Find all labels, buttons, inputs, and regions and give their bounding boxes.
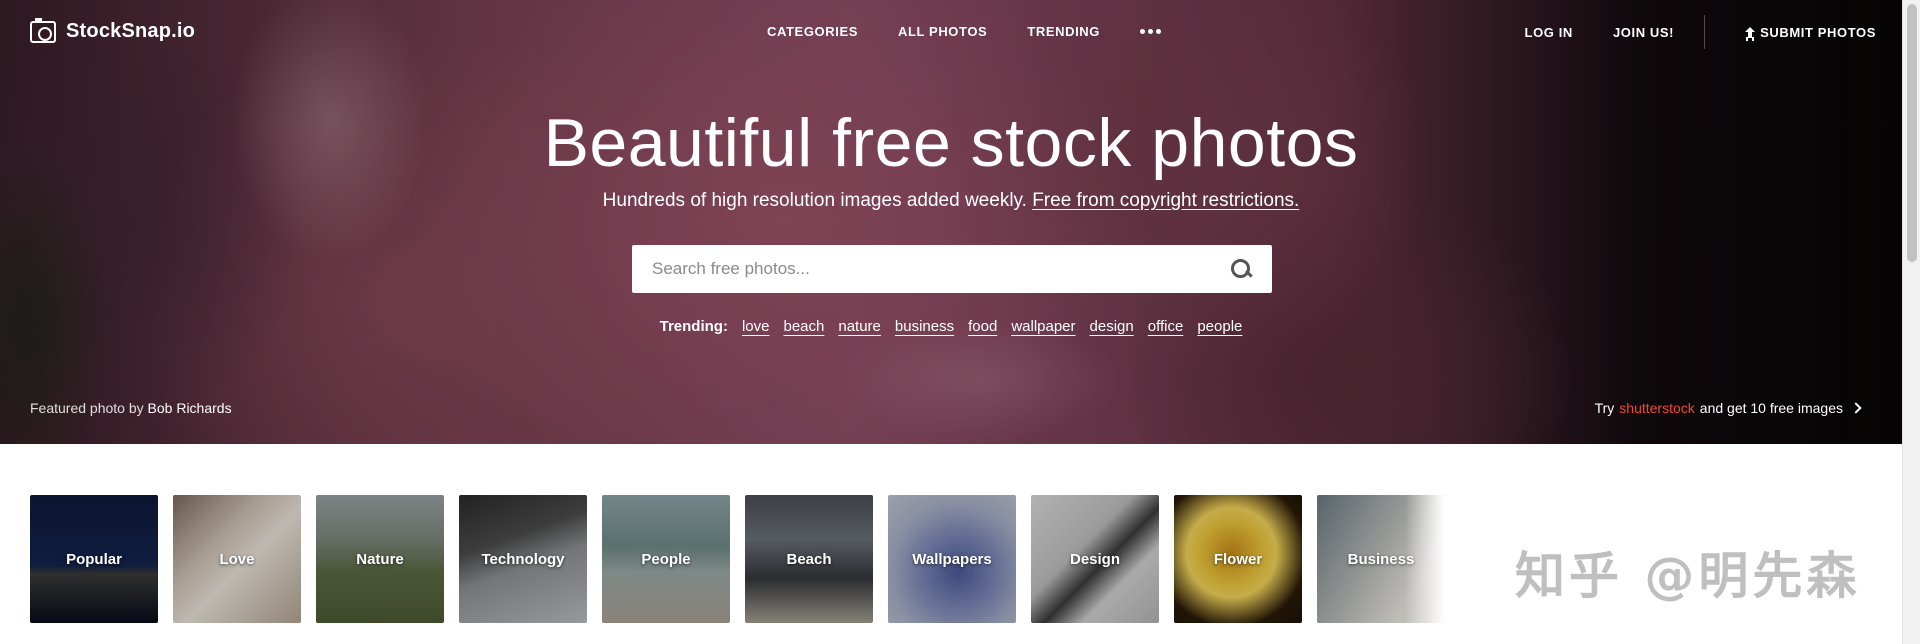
hero-subtitle-text: Hundreds of high resolution images added… bbox=[602, 190, 1027, 211]
category-label: Design bbox=[1069, 550, 1120, 568]
category-popular[interactable]: Popular bbox=[30, 495, 158, 623]
category-label: Beach bbox=[786, 550, 832, 568]
chevron-right-icon bbox=[1850, 402, 1862, 414]
search-input[interactable] bbox=[652, 259, 1230, 279]
hero-subtitle: Hundreds of high resolution images added… bbox=[0, 190, 1902, 212]
promo-brand: shutterstock bbox=[1619, 400, 1695, 416]
trending-tag-food[interactable]: food bbox=[968, 318, 997, 335]
search-bar bbox=[632, 245, 1272, 293]
category-label: Technology bbox=[481, 550, 565, 568]
nav-all-photos[interactable]: ALL PHOTOS bbox=[898, 24, 987, 39]
category-beach[interactable]: Beach bbox=[745, 495, 873, 623]
trending-tag-business[interactable]: business bbox=[895, 318, 954, 335]
credit-author-link[interactable]: Bob Richards bbox=[148, 400, 232, 416]
logo-text: StockSnap.io bbox=[66, 20, 196, 42]
trending-tag-love[interactable]: love bbox=[742, 318, 770, 335]
category-technology[interactable]: Technology bbox=[459, 495, 587, 623]
upload-icon bbox=[1745, 26, 1756, 38]
scrollbar-thumb[interactable] bbox=[1907, 4, 1917, 262]
category-label: Business bbox=[1347, 550, 1415, 568]
trending-tag-people[interactable]: people bbox=[1197, 318, 1242, 335]
trending-tags: Trending: love beach nature business foo… bbox=[0, 318, 1902, 335]
trending-tag-office[interactable]: office bbox=[1148, 318, 1184, 335]
trending-tag-wallpaper[interactable]: wallpaper bbox=[1011, 318, 1075, 335]
submit-photos-button[interactable]: SUBMIT PHOTOS bbox=[1745, 25, 1876, 40]
category-love[interactable]: Love bbox=[173, 495, 301, 623]
category-design[interactable]: Design bbox=[1031, 495, 1159, 623]
category-business[interactable]: Business bbox=[1317, 495, 1445, 623]
category-label: Nature bbox=[356, 550, 404, 568]
search-icon[interactable] bbox=[1230, 258, 1252, 280]
nav-divider bbox=[1704, 15, 1706, 49]
submit-photos-label: SUBMIT PHOTOS bbox=[1760, 24, 1876, 40]
category-strip: Popular Love Nature Technology People Be… bbox=[30, 495, 1445, 623]
trending-label: Trending: bbox=[659, 318, 728, 335]
promo-prefix: Try bbox=[1594, 400, 1615, 416]
category-label: People bbox=[641, 550, 691, 568]
logo[interactable]: StockSnap.io bbox=[30, 17, 196, 43]
trending-tag-design[interactable]: design bbox=[1090, 318, 1134, 335]
category-wallpapers[interactable]: Wallpapers bbox=[888, 495, 1016, 623]
join-link[interactable]: JOIN US! bbox=[1613, 25, 1674, 40]
copyright-link[interactable]: Free from copyright restrictions. bbox=[1032, 190, 1299, 211]
hero-title: Beautiful free stock photos bbox=[543, 105, 1359, 181]
scrollbar[interactable] bbox=[1902, 0, 1920, 644]
account-nav: LOG IN JOIN US! SUBMIT PHOTOS bbox=[1485, 15, 1876, 49]
promo-suffix: and get 10 free images bbox=[1699, 400, 1843, 416]
trending-tag-nature[interactable]: nature bbox=[838, 318, 881, 335]
more-menu-icon[interactable] bbox=[1140, 29, 1162, 34]
nav-categories[interactable]: CATEGORIES bbox=[767, 24, 858, 39]
camera-icon bbox=[30, 17, 56, 43]
hero-banner: StockSnap.io CATEGORIES ALL PHOTOS TREND… bbox=[0, 0, 1902, 444]
main-nav: CATEGORIES ALL PHOTOS TRENDING bbox=[767, 24, 1162, 39]
category-label: Love bbox=[219, 550, 255, 568]
category-label: Flower bbox=[1213, 550, 1263, 568]
trending-tag-beach[interactable]: beach bbox=[783, 318, 824, 335]
category-label: Wallpapers bbox=[912, 550, 992, 568]
watermark: 知乎 @明先森 bbox=[1515, 547, 1861, 605]
category-flower[interactable]: Flower bbox=[1174, 495, 1302, 623]
credit-prefix: Featured photo by bbox=[30, 400, 144, 416]
login-link[interactable]: LOG IN bbox=[1525, 25, 1573, 40]
category-nature[interactable]: Nature bbox=[316, 495, 444, 623]
page: StockSnap.io CATEGORIES ALL PHOTOS TREND… bbox=[0, 0, 1920, 644]
category-people[interactable]: People bbox=[602, 495, 730, 623]
nav-trending[interactable]: TRENDING bbox=[1027, 24, 1100, 39]
shutterstock-promo[interactable]: Try shutterstock and get 10 free images bbox=[1594, 400, 1862, 416]
category-label: Popular bbox=[66, 550, 122, 568]
photo-credit: Featured photo by Bob Richards bbox=[30, 400, 232, 416]
